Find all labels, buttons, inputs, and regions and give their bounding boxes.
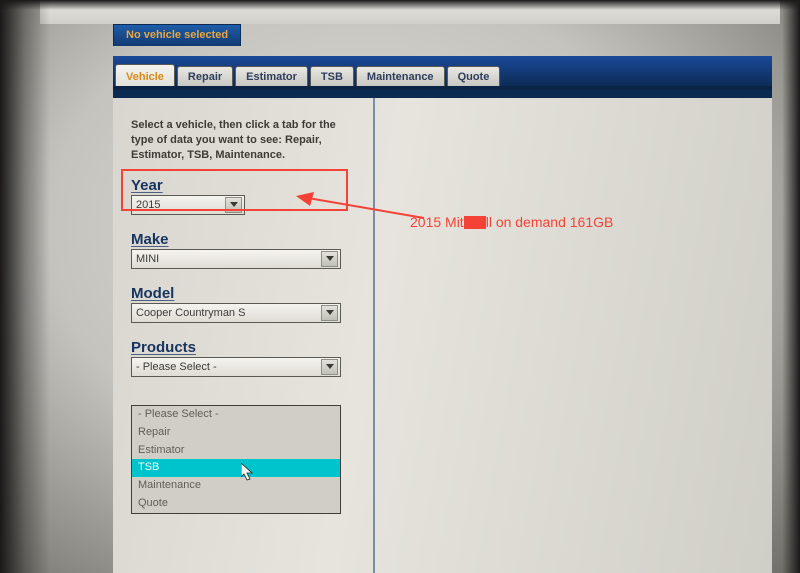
model-select[interactable]: Cooper Countryman S bbox=[131, 303, 341, 323]
make-select[interactable]: MINI bbox=[131, 249, 341, 269]
products-select-value: - Please Select - bbox=[136, 361, 217, 373]
model-field-group: Model Cooper Countryman S bbox=[131, 285, 355, 323]
no-vehicle-selected-tab: No vehicle selected bbox=[113, 24, 241, 46]
model-select-value: Cooper Countryman S bbox=[136, 307, 245, 319]
products-option-tsb[interactable]: TSB bbox=[132, 459, 340, 477]
vehicle-select-panel: Select a vehicle, then click a tab for t… bbox=[113, 98, 375, 573]
chevron-down-icon bbox=[225, 197, 242, 213]
annotation-censor-block bbox=[464, 216, 486, 229]
year-label: Year bbox=[131, 177, 355, 194]
tab-vehicle[interactable]: Vehicle bbox=[115, 64, 175, 87]
products-select[interactable]: - Please Select - bbox=[131, 357, 341, 377]
annotation-text-after: ll on demand 161GB bbox=[486, 214, 614, 230]
photo-vignette-right bbox=[782, 0, 800, 573]
make-field-group: Make MINI bbox=[131, 231, 355, 269]
photo-vignette-top bbox=[0, 0, 800, 10]
products-option-quote[interactable]: Quote bbox=[132, 495, 340, 513]
year-select-value: 2015 bbox=[136, 199, 160, 211]
products-option-estimator[interactable]: Estimator bbox=[132, 442, 340, 460]
products-label: Products bbox=[131, 339, 355, 356]
annotation-text-before: 2015 Mit bbox=[410, 214, 464, 230]
tab-tsb[interactable]: TSB bbox=[310, 66, 354, 87]
content-area: Select a vehicle, then click a tab for t… bbox=[113, 98, 772, 573]
products-option-repair[interactable]: Repair bbox=[132, 424, 340, 442]
instructions-text: Select a vehicle, then click a tab for t… bbox=[131, 118, 355, 163]
make-select-value: MINI bbox=[136, 253, 159, 265]
make-label: Make bbox=[131, 231, 355, 248]
products-option-please-select[interactable]: - Please Select - bbox=[132, 406, 340, 424]
tab-bar-underline bbox=[113, 90, 772, 98]
content-right-panel bbox=[375, 98, 772, 573]
tab-estimator[interactable]: Estimator bbox=[235, 66, 308, 87]
tab-maintenance[interactable]: Maintenance bbox=[356, 66, 445, 87]
main-tab-bar: Vehicle Repair Estimator TSB Maintenance… bbox=[113, 56, 772, 90]
products-select-dropdown[interactable]: - Please Select - Repair Estimator TSB M… bbox=[131, 405, 341, 514]
products-option-maintenance[interactable]: Maintenance bbox=[132, 477, 340, 495]
tab-repair[interactable]: Repair bbox=[177, 66, 233, 87]
chevron-down-icon bbox=[321, 359, 338, 375]
annotation-text: 2015 Mit ll on demand 161GB bbox=[410, 214, 613, 230]
chevron-down-icon bbox=[321, 251, 338, 267]
photo-vignette-left bbox=[0, 0, 50, 573]
tab-quote[interactable]: Quote bbox=[447, 66, 501, 87]
products-field-group: Products - Please Select - bbox=[131, 339, 355, 377]
chevron-down-icon bbox=[321, 305, 338, 321]
model-label: Model bbox=[131, 285, 355, 302]
year-select[interactable]: 2015 bbox=[131, 195, 245, 215]
year-field-group: Year 2015 bbox=[131, 177, 355, 215]
